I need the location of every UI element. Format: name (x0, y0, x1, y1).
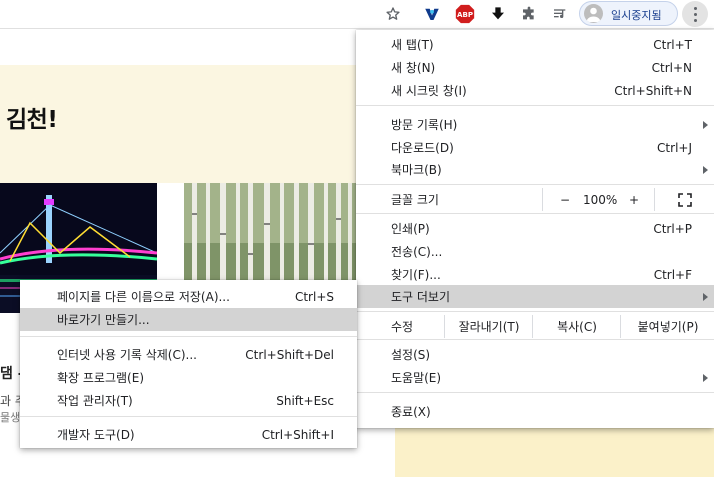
menu-separator (356, 184, 714, 185)
menu-dot (693, 12, 697, 16)
menu-separator (356, 311, 714, 312)
avatar-icon (584, 4, 603, 23)
menu-item-history[interactable]: 방문 기록(H) (356, 113, 714, 136)
menu-item-create-shortcut[interactable]: 바로가기 만들기... (20, 308, 357, 331)
copy-label: 복사(C) (557, 320, 597, 334)
menu-dot (693, 18, 697, 22)
zoom-label: 글꼴 크기 (391, 193, 439, 207)
menu-item-label: 바로가기 만들기... (57, 313, 150, 327)
menu-item-label: 새 탭(T) (391, 38, 434, 52)
menu-item-label: 개발자 도구(D) (57, 428, 135, 442)
menu-item-label: 종료(X) (391, 405, 431, 419)
menu-item-label: 도구 더보기 (391, 290, 451, 304)
menu-item-shortcut: Ctrl+Shift+N (614, 83, 692, 98)
submenu-arrow-icon (703, 166, 708, 174)
menu-item-shortcut: Ctrl+P (653, 221, 692, 236)
menu-separator (20, 416, 357, 417)
menu-item-bookmarks[interactable]: 북마크(B) (356, 158, 714, 181)
menu-item-label: 방문 기록(H) (391, 118, 458, 132)
menu-separator (20, 336, 357, 337)
zoom-value: 100% (583, 192, 618, 207)
menu-item-extensions[interactable]: 확장 프로그램(E) (20, 366, 357, 389)
menu-separator (356, 339, 714, 340)
menu-item-incognito[interactable]: 새 시크릿 창(I) Ctrl+Shift+N (356, 79, 714, 102)
menu-item-label: 설정(S) (391, 348, 431, 362)
cut-label: 잘라내기(T) (458, 320, 520, 334)
profile-button[interactable]: 일시중지됨 (579, 1, 678, 26)
page-footer-illustration (395, 424, 714, 477)
menu-item-find[interactable]: 찾기(F)... Ctrl+F (356, 263, 714, 286)
menu-item-new-tab[interactable]: 새 탭(T) Ctrl+T (356, 33, 714, 56)
profile-status-label: 일시중지됨 (611, 9, 662, 22)
menu-item-settings[interactable]: 설정(S) (356, 343, 714, 366)
menu-separator (356, 213, 714, 214)
menu-item-label: 다운로드(D) (391, 141, 454, 155)
fullscreen-button[interactable] (654, 188, 714, 211)
edit-label: 수정 (391, 320, 414, 334)
paste-label: 붙여넣기(P) (637, 320, 699, 334)
menu-item-print[interactable]: 인쇄(P) Ctrl+P (356, 217, 714, 240)
chrome-main-menu: 새 탭(T) Ctrl+T 새 창(N) Ctrl+N 새 시크릿 창(I) C… (356, 30, 714, 428)
page-banner: 김천! (0, 65, 395, 183)
browser-toolbar: ABP 일시중지됨 (0, 0, 714, 29)
menu-item-task-manager[interactable]: 작업 관리자(T) Shift+Esc (20, 389, 357, 412)
menu-row-zoom: 글꼴 크기 − 100% + (356, 188, 714, 211)
zoom-out-label: − (559, 192, 571, 207)
submenu-arrow-icon (703, 121, 708, 129)
extensions-icon[interactable] (519, 4, 539, 24)
menu-item-shortcut: Ctrl+F (653, 267, 692, 282)
download-icon[interactable] (488, 4, 508, 24)
cut-button[interactable]: 잘라내기(T) (444, 315, 533, 338)
menu-item-save-page[interactable]: 페이지를 다른 이름으로 저장(A)... Ctrl+S (20, 285, 357, 308)
copy-button[interactable]: 복사(C) (532, 315, 621, 338)
zoom-out-button[interactable]: − (542, 188, 587, 211)
menu-item-label: 인쇄(P) (391, 222, 430, 236)
menu-item-label: 확장 프로그램(E) (57, 371, 145, 385)
menu-item-label: 새 시크릿 창(I) (391, 84, 467, 98)
menu-item-downloads[interactable]: 다운로드(D) Ctrl+J (356, 136, 714, 159)
menu-item-exit[interactable]: 종료(X) (356, 400, 714, 423)
menu-item-shortcut: Ctrl+S (294, 289, 334, 304)
menu-item-shortcut: Ctrl+Shift+I (261, 427, 334, 442)
fullscreen-icon (678, 192, 692, 207)
banner-title: 김천! (6, 107, 58, 133)
menu-item-shortcut: Ctrl+N (651, 60, 692, 75)
zoom-in-button[interactable]: + (614, 188, 654, 211)
adblock-label: ABP (457, 10, 473, 19)
menu-item-shortcut: Ctrl+Shift+Del (245, 347, 334, 362)
menu-item-label: 인터넷 사용 기록 삭제(C)... (57, 348, 197, 362)
menu-item-clear-data[interactable]: 인터넷 사용 기록 삭제(C)... Ctrl+Shift+Del (20, 343, 357, 366)
menu-item-label: 작업 관리자(T) (57, 394, 133, 408)
menu-dot (693, 6, 697, 10)
zoom-in-label: + (628, 192, 640, 207)
star-icon[interactable] (383, 4, 403, 24)
chrome-menu-button[interactable] (682, 1, 708, 27)
menu-item-help[interactable]: 도움말(E) (356, 366, 714, 389)
menu-item-label: 전송(C)... (391, 245, 443, 259)
menu-item-shortcut: Ctrl+J (657, 140, 692, 155)
menu-item-label: 새 창(N) (391, 61, 436, 75)
menu-item-cast[interactable]: 전송(C)... (356, 240, 714, 263)
submenu-arrow-icon (703, 293, 708, 301)
menu-item-new-window[interactable]: 새 창(N) Ctrl+N (356, 56, 714, 79)
menu-item-label: 페이지를 다른 이름으로 저장(A)... (57, 290, 230, 304)
menu-separator (356, 392, 714, 393)
menu-item-shortcut: Ctrl+T (653, 37, 692, 52)
submenu-arrow-icon (703, 374, 708, 382)
more-tools-submenu: 페이지를 다른 이름으로 저장(A)... Ctrl+S 바로가기 만들기...… (20, 280, 357, 448)
paste-button[interactable]: 붙여넣기(P) (620, 315, 714, 338)
menu-item-shortcut: Shift+Esc (276, 393, 334, 408)
menu-separator (356, 105, 714, 106)
vpn-icon[interactable] (422, 4, 442, 24)
menu-item-more-tools[interactable]: 도구 더보기 (356, 285, 714, 308)
menu-item-label: 찾기(F)... (391, 268, 441, 282)
menu-row-edit: 수정 잘라내기(T) 복사(C) 붙여넣기(P) (356, 315, 714, 338)
menu-item-label: 북마크(B) (391, 163, 442, 177)
adblock-plus-icon[interactable]: ABP (455, 4, 475, 24)
media-control-icon[interactable] (550, 4, 570, 24)
menu-item-label: 도움말(E) (391, 371, 442, 385)
menu-item-dev-tools[interactable]: 개발자 도구(D) Ctrl+Shift+I (20, 423, 357, 446)
